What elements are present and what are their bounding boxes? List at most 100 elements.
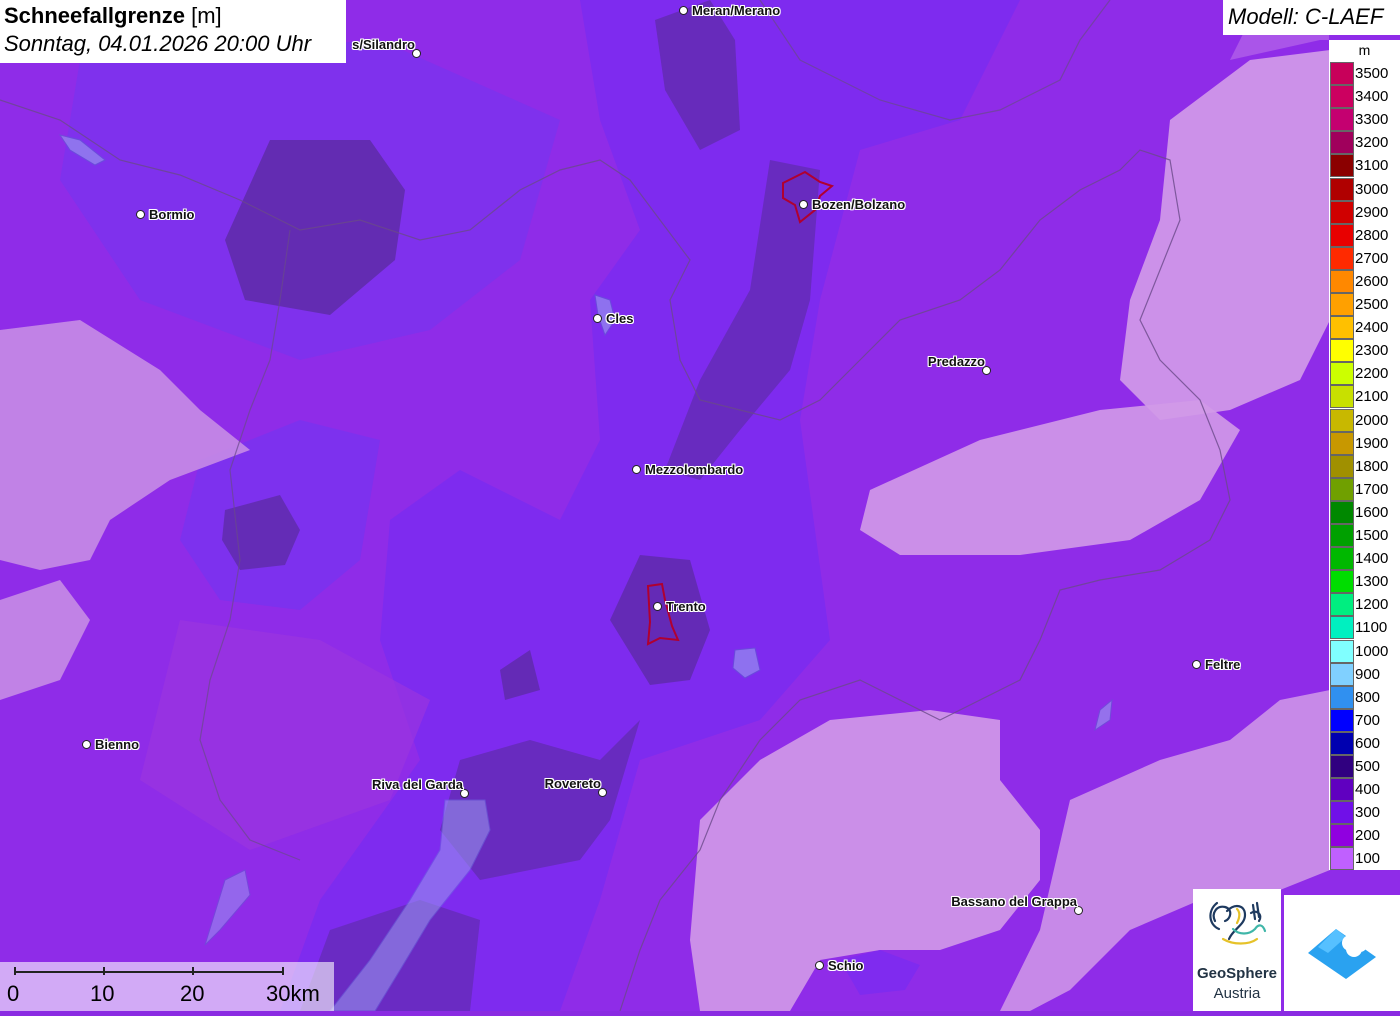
city-label[interactable]: Predazzo: [928, 354, 985, 369]
city-marker-icon[interactable]: [593, 314, 602, 323]
legend-item: 3100: [1329, 154, 1400, 178]
legend-swatch: [1330, 293, 1354, 316]
legend-swatch: [1330, 801, 1354, 825]
legend-swatch: [1330, 755, 1354, 778]
legend-item: 3500: [1329, 62, 1400, 85]
city-label[interactable]: Feltre: [1205, 657, 1240, 672]
city-marker-icon[interactable]: [136, 210, 145, 219]
legend-swatch: [1330, 570, 1354, 594]
snowfall-map[interactable]: [0, 0, 1400, 1011]
legend-item: 2100: [1329, 385, 1400, 409]
legend-swatch: [1330, 593, 1354, 617]
legend-swatch: [1330, 431, 1354, 455]
legend-swatch: [1330, 200, 1354, 224]
legend-label: 200: [1355, 827, 1381, 845]
legend-item: 3300: [1329, 108, 1400, 132]
title-main-text: Schneefallgrenze: [4, 3, 185, 28]
map-title: Schneefallgrenze [m]: [4, 3, 346, 29]
model-label: Modell: C-LAEF: [1223, 0, 1400, 35]
scale-tick: [282, 967, 284, 975]
city-label[interactable]: Mezzolombardo: [645, 462, 743, 477]
legend-item: 1100: [1329, 616, 1400, 640]
legend-label: 3100: [1355, 157, 1389, 175]
legend-item: 2200: [1329, 362, 1400, 386]
legend-label: 1100: [1355, 619, 1388, 637]
city-label[interactable]: Bienno: [95, 737, 139, 752]
city-marker-icon[interactable]: [679, 6, 688, 15]
legend-swatch: [1330, 847, 1354, 871]
city-label[interactable]: Schio: [828, 958, 863, 973]
legend-swatch: [1330, 524, 1354, 547]
legend-item: 1300: [1329, 570, 1400, 594]
legend-label: 2700: [1355, 249, 1389, 267]
city-marker-icon[interactable]: [815, 961, 824, 970]
city-marker-icon[interactable]: [653, 602, 662, 611]
city-label[interactable]: Rovereto: [545, 776, 601, 791]
legend-label: 2300: [1355, 342, 1389, 360]
city-label[interactable]: Bormio: [149, 207, 195, 222]
legend-label: 100: [1355, 850, 1381, 868]
legend-item: 600: [1329, 731, 1400, 755]
legend-label: 500: [1355, 758, 1381, 775]
city-marker-icon[interactable]: [1192, 660, 1201, 669]
city-marker-icon[interactable]: [799, 200, 808, 209]
legend-label: 400: [1355, 781, 1381, 799]
legend-label: 2500: [1355, 296, 1389, 313]
legend-item: 1600: [1329, 500, 1400, 524]
legend-swatch: [1330, 154, 1354, 178]
legend-label: 2100: [1355, 388, 1389, 406]
legend-label: 3200: [1355, 134, 1389, 152]
legend-label: 700: [1355, 711, 1381, 729]
legend-label: 3500: [1355, 65, 1389, 82]
legend-label: 1000: [1355, 642, 1389, 660]
legend-swatch: [1330, 269, 1354, 293]
legend-label: 1700: [1355, 480, 1389, 498]
legend-swatch: [1330, 62, 1354, 85]
city-label[interactable]: Riva del Garda: [372, 777, 463, 792]
legend-label: 600: [1355, 734, 1381, 752]
legend-item: 200: [1329, 824, 1400, 848]
legend-item: 2700: [1329, 246, 1400, 270]
scale-tick: [192, 967, 194, 975]
legend-item: 2600: [1329, 269, 1400, 293]
scale-line: [14, 971, 284, 973]
geosphere-logo[interactable]: GeoSphere Austria: [1193, 889, 1281, 1011]
legend-item: 2300: [1329, 339, 1400, 363]
legend-item: 2400: [1329, 316, 1400, 340]
city-marker-icon[interactable]: [82, 740, 91, 749]
weather-app-logo[interactable]: [1284, 895, 1400, 1011]
city-label[interactable]: Bozen/Bolzano: [812, 197, 905, 212]
legend-item: 1500: [1329, 524, 1400, 547]
legend-label: 1600: [1355, 503, 1389, 521]
scale-label: 30km: [266, 981, 320, 1006]
legend-item: 3400: [1329, 85, 1400, 109]
city-label[interactable]: s/Silandro: [352, 37, 415, 52]
legend-item: 2800: [1329, 223, 1400, 247]
legend-label: 3000: [1355, 180, 1389, 198]
legend-label: 3400: [1355, 88, 1389, 106]
legend-swatch: [1330, 662, 1354, 686]
geosphere-emblem-icon: [1209, 901, 1267, 945]
legend-swatch: [1330, 454, 1354, 478]
city-label[interactable]: Cles: [606, 311, 633, 326]
legend-swatch: [1330, 616, 1354, 640]
city-label[interactable]: Trento: [666, 599, 706, 614]
legend-label: 2600: [1355, 272, 1389, 290]
map-timestamp: Sonntag, 04.01.2026 20:00 Uhr: [4, 31, 312, 56]
city-label[interactable]: Bassano del Grappa: [951, 894, 1077, 909]
legend-swatch: [1330, 223, 1354, 247]
legend-swatch: [1330, 339, 1354, 363]
legend-label: 2400: [1355, 319, 1389, 337]
scale-label: 10: [90, 981, 115, 1006]
legend-swatch: [1330, 639, 1354, 663]
legend-label: 1200: [1355, 596, 1389, 614]
legend-item: 100: [1329, 847, 1400, 871]
legend-item: 2500: [1329, 293, 1400, 316]
city-marker-icon[interactable]: [632, 465, 641, 474]
scale-label: 20: [180, 981, 205, 1006]
legend-item: 1900: [1329, 431, 1400, 455]
city-label[interactable]: Meran/Merano: [692, 3, 780, 18]
legend-item: 500: [1329, 755, 1400, 778]
legend-item: 3000: [1329, 177, 1400, 201]
legend-label: 2900: [1355, 203, 1389, 221]
